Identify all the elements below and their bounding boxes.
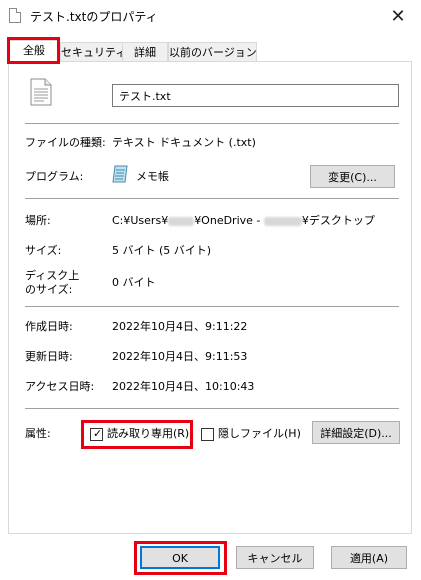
accessed-value: 2022年10月4日、10:10:43: [112, 380, 255, 393]
disk-size-label: ディスク上 のサイズ:: [25, 269, 79, 297]
close-button[interactable]: ✕: [375, 0, 421, 32]
separator: [25, 408, 399, 409]
change-program-button[interactable]: 変更(C)...: [310, 165, 395, 188]
tab-security[interactable]: セキュリティ: [60, 42, 126, 62]
location-value: C:¥Users¥ ¥OneDrive - ¥デスクトップ: [112, 214, 375, 228]
disk-size-label-line1: ディスク上: [25, 269, 80, 282]
readonly-checkbox[interactable]: ✓: [90, 427, 103, 441]
redacted-organization: [263, 216, 302, 226]
file-type-label: ファイルの種類:: [25, 136, 106, 149]
file-name-input[interactable]: テスト.txt: [112, 84, 399, 107]
separator: [25, 306, 399, 307]
accessed-label: アクセス日時:: [25, 380, 95, 393]
location-part-2: ¥OneDrive -: [194, 214, 261, 227]
location-label: 場所:: [25, 214, 51, 227]
tab-general[interactable]: 全般: [8, 40, 60, 63]
size-value: 5 バイト (5 バイト): [112, 244, 212, 257]
program-value: メモ帳: [136, 170, 169, 183]
file-type-value: テキスト ドキュメント (.txt): [112, 136, 256, 149]
apply-button[interactable]: 適用(A): [331, 546, 407, 569]
modified-value: 2022年10月4日、9:11:53: [112, 350, 248, 363]
text-file-icon: [9, 8, 21, 23]
notepad-icon: [112, 165, 128, 183]
separator: [25, 123, 399, 124]
cancel-button[interactable]: キャンセル: [236, 546, 314, 569]
document-icon: [30, 78, 52, 106]
modified-label: 更新日時:: [25, 350, 73, 363]
disk-size-value: 0 バイト: [112, 276, 156, 289]
advanced-settings-button[interactable]: 詳細設定(D)...: [312, 421, 400, 444]
attributes-label: 属性:: [25, 427, 51, 440]
location-part-3: ¥デスクトップ: [301, 214, 375, 227]
size-label: サイズ:: [25, 244, 62, 257]
window-title: テスト.txtのプロパティ: [30, 10, 158, 24]
created-label: 作成日時:: [25, 320, 73, 333]
ok-button[interactable]: OK: [140, 546, 220, 569]
created-value: 2022年10月4日、9:11:22: [112, 320, 248, 333]
program-label: プログラム:: [25, 170, 84, 183]
location-part-1: C:¥Users¥: [112, 214, 169, 227]
hidden-checkbox[interactable]: [201, 428, 214, 441]
tab-previous-versions[interactable]: 以前のバージョン: [168, 42, 257, 62]
separator: [25, 198, 399, 199]
hidden-label[interactable]: 隠しファイル(H): [218, 427, 301, 441]
checkmark-icon: ✓: [93, 427, 103, 440]
title-bar: テスト.txtのプロパティ ✕: [0, 0, 421, 32]
general-panel: テスト.txt ファイルの種類: テキスト ドキュメント (.txt) プログラ…: [8, 61, 412, 534]
readonly-label[interactable]: 読み取り専用(R): [107, 427, 189, 441]
disk-size-label-line2: のサイズ:: [25, 283, 73, 296]
redacted-username: [168, 216, 195, 226]
tab-details[interactable]: 詳細: [122, 42, 168, 62]
